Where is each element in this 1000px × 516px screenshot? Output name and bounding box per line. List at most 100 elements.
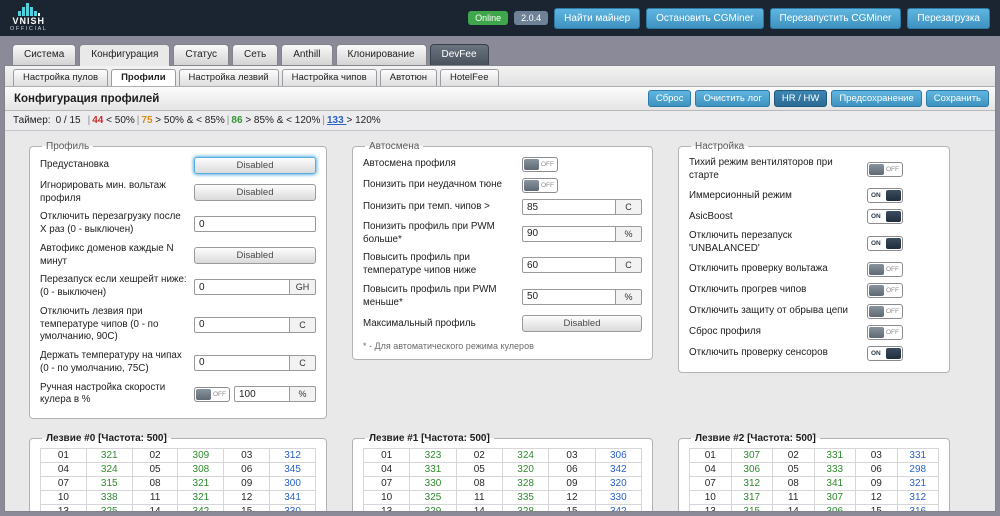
- main-tab[interactable]: Статус: [173, 44, 230, 65]
- page-header: Конфигурация профилей Сброс Очистить лог H…: [5, 87, 995, 111]
- toggle-switch[interactable]: ON: [867, 209, 903, 225]
- toggle-switch[interactable]: OFF: [867, 324, 903, 340]
- main-tab[interactable]: Сеть: [232, 44, 279, 65]
- topbar-button[interactable]: Остановить CGMiner: [646, 7, 764, 29]
- online-badge: Online: [468, 11, 509, 25]
- chip-row: 07 315 08 321 09 300: [40, 476, 316, 492]
- content-panel: Настройка пулов Профили Настройка лезвий На…: [4, 65, 996, 512]
- chip-row: 04 331 05 320 06 342: [362, 462, 643, 478]
- legend-count: 44: [92, 115, 107, 126]
- select-button[interactable]: Disabled: [194, 157, 316, 174]
- setting-row: Понизить при неудачном тюне OFF: [363, 175, 642, 196]
- chip-index: 05: [455, 462, 503, 478]
- setting-row: Отключить прогрев чипов OFF: [689, 280, 939, 301]
- sub-tab[interactable]: Настройка чипов: [281, 69, 377, 86]
- setting-row: AsicBoost ON: [689, 206, 939, 227]
- sub-tab[interactable]: Настройка пулов: [13, 69, 109, 86]
- setting-control: Disabled: [194, 157, 316, 174]
- action-button[interactable]: HR / HW: [773, 90, 828, 107]
- chip-index: 09: [855, 476, 898, 492]
- text-input[interactable]: [194, 216, 316, 233]
- chip-index: 07: [689, 476, 732, 492]
- main-tabs: Система Конфигурация Статус Сеть Anthill Клон…: [0, 44, 1000, 66]
- sub-tab[interactable]: Настройка лезвий: [178, 69, 279, 86]
- chip-row: 01 321 02 309 03 312: [40, 448, 316, 464]
- chip-row: 10 325 11 335 12 330: [362, 490, 643, 506]
- chip-table: 01 323 02 324 03 306 04 331 05 320 06 342 07 330 08 328…: [362, 448, 643, 511]
- toggle-on-label: ON: [871, 213, 881, 221]
- toggle-switch[interactable]: OFF: [194, 386, 230, 402]
- text-input[interactable]: [194, 279, 290, 296]
- setting-label: Автофикс доменов каждые N минут: [40, 242, 174, 267]
- chip-index: 01: [689, 448, 732, 464]
- select-button[interactable]: Disabled: [194, 184, 316, 202]
- action-button[interactable]: Предсохранение: [831, 90, 922, 107]
- setting-control: C: [194, 316, 316, 333]
- logo-title: VNISH: [12, 16, 46, 27]
- app-logo: VNISH OFFICIAL: [10, 3, 48, 33]
- main-tab[interactable]: Клонирование: [335, 44, 427, 65]
- main-tab[interactable]: DevFee: [429, 44, 489, 65]
- toggle-switch[interactable]: OFF: [867, 303, 903, 319]
- action-button[interactable]: Сохранить: [925, 90, 989, 107]
- action-button[interactable]: Сброс: [647, 90, 692, 107]
- setting-label: Автосмена профиля: [363, 158, 456, 170]
- chip-row: 13 329 14 328 15 342: [362, 504, 643, 511]
- section-legend: Настройка: [695, 141, 745, 152]
- chip-index: 13: [362, 504, 411, 511]
- setting-row: Повысить профиль при PWM меньше*%: [363, 281, 642, 312]
- setting-row: Автосмена профиля OFF: [363, 154, 642, 175]
- action-button[interactable]: Очистить лог: [695, 90, 770, 107]
- chip-index: 02: [772, 448, 815, 464]
- toggle-switch[interactable]: OFF: [867, 282, 903, 298]
- chip-value: 312: [730, 476, 773, 492]
- toggle-switch[interactable]: OFF: [522, 157, 558, 172]
- main-tab[interactable]: Система: [12, 44, 77, 65]
- setting-control: GH: [194, 279, 316, 296]
- chip-value: 329: [409, 504, 457, 511]
- text-input[interactable]: [522, 225, 616, 242]
- chip-value: 312: [896, 490, 939, 506]
- chip-index: 14: [772, 504, 815, 511]
- version-badge: 2.0.4: [514, 11, 549, 25]
- topbar-button[interactable]: Перезагрузка: [907, 7, 990, 29]
- sub-tab[interactable]: Автотюн: [379, 69, 437, 86]
- setting-control: OFF%: [194, 386, 316, 403]
- input-group: %: [234, 386, 316, 403]
- chip-index: 10: [689, 490, 732, 506]
- toggle-switch[interactable]: ON: [867, 235, 903, 251]
- setting-label: Максимальный профиль: [363, 317, 476, 329]
- text-input[interactable]: [522, 199, 616, 215]
- toggle-switch[interactable]: OFF: [522, 178, 558, 193]
- chip-index: 09: [223, 476, 271, 492]
- legend-count: 86: [231, 115, 246, 126]
- sub-tab[interactable]: HotelFee: [439, 69, 499, 86]
- setting-row: Ручная настройка скорости кулера в % OFF%: [40, 379, 316, 410]
- setting-control: OFF: [867, 324, 939, 340]
- select-button[interactable]: Disabled: [522, 315, 642, 333]
- toggle-switch[interactable]: ON: [867, 345, 903, 361]
- chip-value: 330: [409, 476, 457, 492]
- chip-value: 321: [896, 476, 939, 492]
- chip-index: 14: [131, 504, 179, 511]
- chip-value: 324: [501, 448, 550, 464]
- setting-control: C: [194, 354, 316, 371]
- text-input[interactable]: [234, 386, 290, 403]
- chip-value: 330: [594, 490, 643, 506]
- chip-index: 02: [455, 448, 503, 464]
- setting-label: Повысить профиль при температуре чипов н…: [363, 252, 477, 277]
- sub-tab[interactable]: Профили: [111, 69, 176, 86]
- toggle-knob: [886, 347, 901, 359]
- text-input[interactable]: [194, 354, 290, 371]
- toggle-switch[interactable]: OFF: [867, 162, 903, 178]
- toggle-switch[interactable]: ON: [867, 188, 903, 204]
- topbar-button[interactable]: Найти майнер: [554, 7, 641, 29]
- main-tab[interactable]: Конфигурация: [79, 44, 171, 66]
- text-input[interactable]: [522, 257, 616, 274]
- toggle-switch[interactable]: OFF: [867, 261, 903, 277]
- topbar-button[interactable]: Перезапустить CGMiner: [769, 7, 902, 29]
- main-tab[interactable]: Anthill: [281, 44, 333, 65]
- text-input[interactable]: [194, 316, 290, 333]
- select-button[interactable]: Disabled: [194, 247, 316, 265]
- text-input[interactable]: [522, 288, 616, 305]
